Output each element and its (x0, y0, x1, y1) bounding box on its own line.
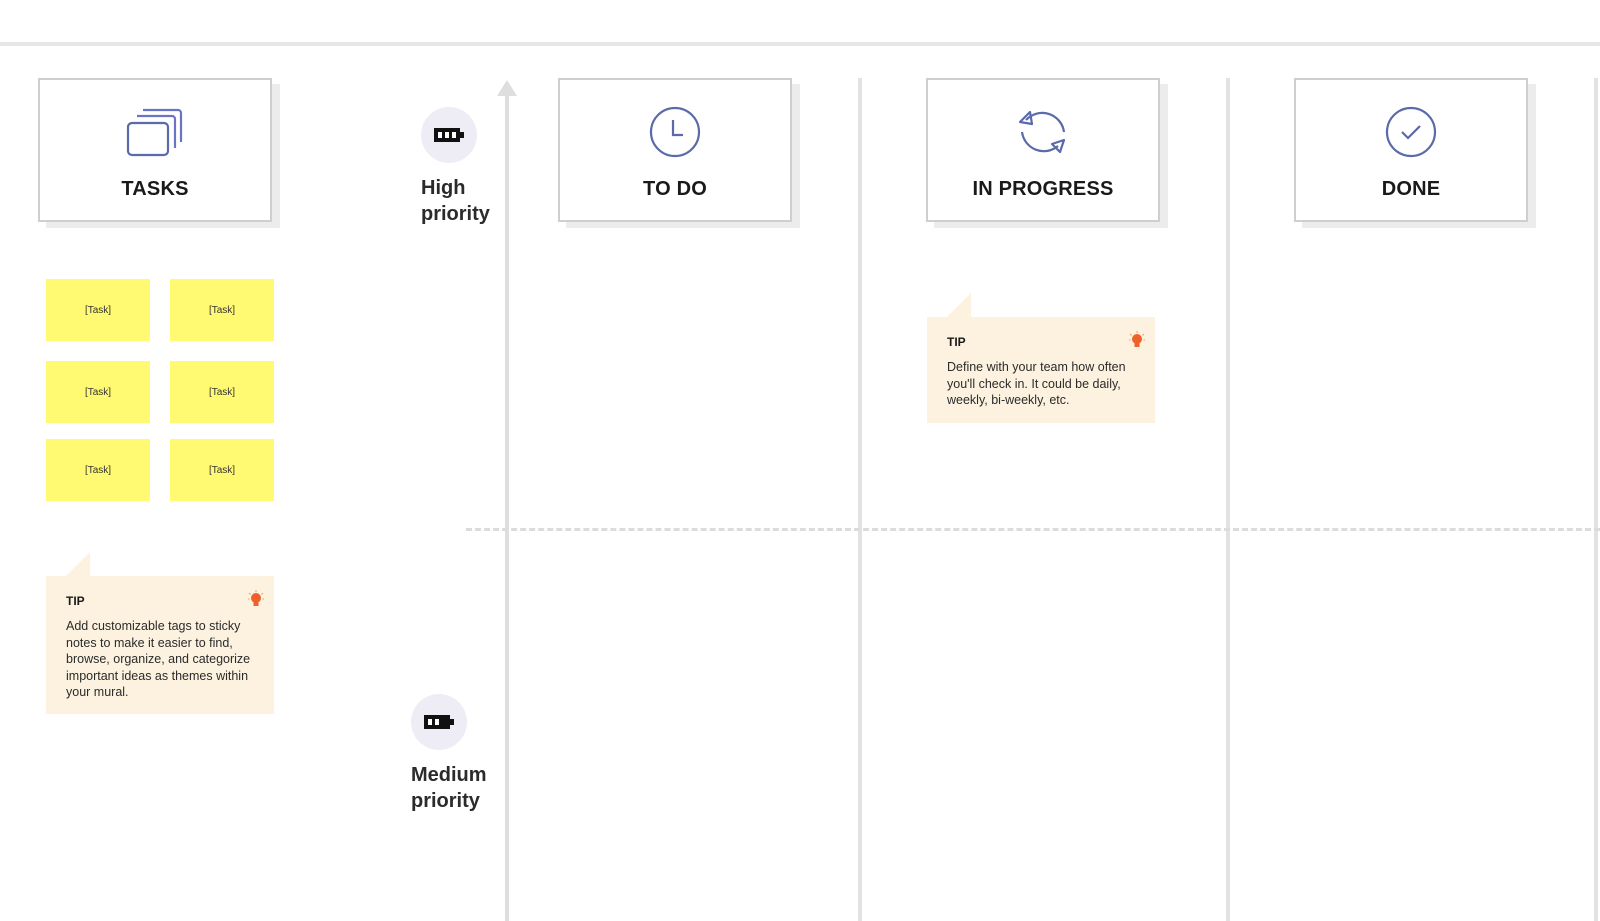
tip-title: TIP (947, 335, 966, 349)
callout-tail (947, 293, 971, 317)
column-header-tasks[interactable]: TASKS (38, 78, 272, 222)
battery-full-icon (434, 128, 464, 142)
column-title: DONE (1381, 178, 1441, 200)
column-header-todo[interactable]: TO DO (558, 78, 792, 222)
lightbulb-icon (248, 590, 264, 606)
callout-tail (66, 552, 90, 576)
lane-divider (858, 78, 862, 921)
priority-label: High priority (421, 177, 490, 225)
column-title: TO DO (643, 178, 707, 200)
tip-body: Define with your team how often you'll c… (947, 360, 1126, 407)
clock-icon (649, 106, 701, 158)
lane-divider (1226, 78, 1230, 921)
column-header-in-progress[interactable]: IN PROGRESS (926, 78, 1160, 222)
column-title: TASKS (121, 178, 189, 200)
tip-title: TIP (66, 594, 85, 608)
battery-half-icon (424, 715, 454, 729)
sticky-note[interactable]: [Task] (46, 439, 150, 501)
top-divider (0, 42, 1600, 46)
priority-label: Medium priority (411, 764, 487, 812)
stacked-cards-icon (126, 108, 183, 157)
sticky-note[interactable]: [Task] (170, 439, 274, 501)
sticky-note[interactable]: [Task] (170, 279, 274, 341)
refresh-cycle-icon (1018, 110, 1066, 154)
lane-divider (1594, 78, 1598, 921)
tip-callout[interactable]: TIP Add customizable tags to sticky note… (46, 552, 274, 714)
priority-high: High priority (421, 107, 490, 227)
priority-badge (411, 694, 467, 750)
sticky-note[interactable]: [Task] (46, 279, 150, 341)
column-title: IN PROGRESS (972, 178, 1114, 200)
priority-medium: Medium priority (411, 694, 487, 814)
tip-callout[interactable]: TIP Define with your team how often you'… (927, 293, 1155, 423)
check-circle-icon (1385, 106, 1437, 158)
priority-badge (421, 107, 477, 163)
priority-separator-dashed-line (466, 528, 1600, 531)
sticky-note[interactable]: [Task] (46, 361, 150, 423)
tip-body: Add customizable tags to sticky notes to… (66, 619, 251, 699)
lightbulb-icon (1129, 331, 1145, 347)
column-header-done[interactable]: DONE (1294, 78, 1528, 222)
priority-axis (505, 90, 509, 921)
sticky-note[interactable]: [Task] (170, 361, 274, 423)
